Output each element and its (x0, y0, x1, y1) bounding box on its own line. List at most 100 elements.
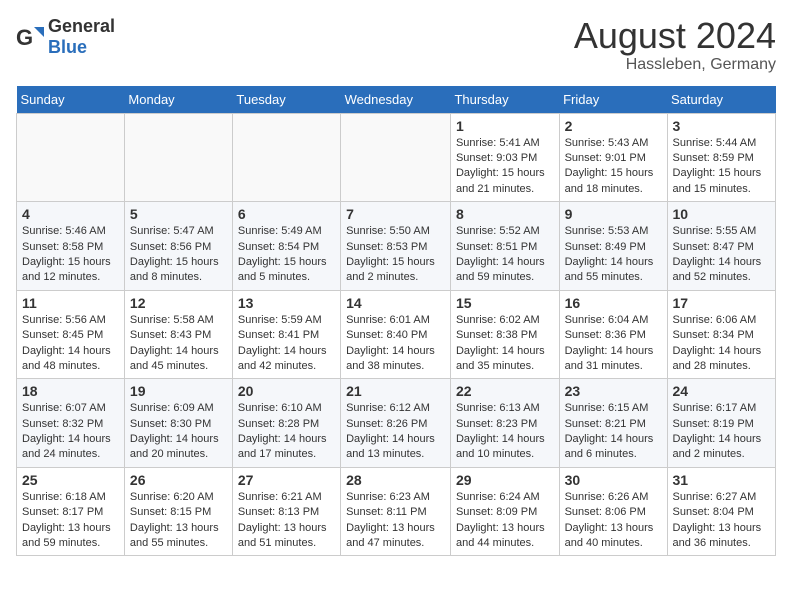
day-number: 30 (565, 472, 662, 488)
calendar-cell: 15 Sunrise: 6:02 AM Sunset: 8:38 PM Dayli… (450, 290, 559, 379)
logo: G General Blue (16, 16, 115, 58)
day-info: Sunrise: 6:12 AM Sunset: 8:26 PM Dayligh… (346, 401, 445, 463)
day-info: Sunrise: 6:17 AM Sunset: 8:19 PM Dayligh… (673, 401, 770, 463)
day-number: 17 (673, 295, 770, 311)
weekday-header-row: SundayMondayTuesdayWednesdayThursdayFrid… (17, 86, 776, 114)
calendar-cell: 4 Sunrise: 5:46 AM Sunset: 8:58 PM Daylig… (17, 202, 125, 291)
calendar-cell: 29 Sunrise: 6:24 AM Sunset: 8:09 PM Dayli… (450, 467, 559, 556)
calendar-week-row: 18 Sunrise: 6:07 AM Sunset: 8:32 PM Dayli… (17, 379, 776, 468)
day-info: Sunrise: 6:24 AM Sunset: 8:09 PM Dayligh… (456, 490, 554, 552)
sub-title: Hassleben, Germany (574, 56, 776, 74)
day-info: Sunrise: 6:15 AM Sunset: 8:21 PM Dayligh… (565, 401, 662, 463)
title-block: August 2024 Hassleben, Germany (574, 16, 776, 74)
day-info: Sunrise: 5:56 AM Sunset: 8:45 PM Dayligh… (22, 313, 119, 375)
day-info: Sunrise: 6:04 AM Sunset: 8:36 PM Dayligh… (565, 313, 662, 375)
day-number: 21 (346, 383, 445, 399)
day-number: 5 (130, 206, 227, 222)
day-info: Sunrise: 6:06 AM Sunset: 8:34 PM Dayligh… (673, 313, 770, 375)
day-info: Sunrise: 6:01 AM Sunset: 8:40 PM Dayligh… (346, 313, 445, 375)
day-number: 11 (22, 295, 119, 311)
day-number: 8 (456, 206, 554, 222)
day-number: 28 (346, 472, 445, 488)
calendar-cell: 10 Sunrise: 5:55 AM Sunset: 8:47 PM Dayli… (667, 202, 775, 291)
calendar-cell: 23 Sunrise: 6:15 AM Sunset: 8:21 PM Dayli… (559, 379, 667, 468)
calendar-cell: 2 Sunrise: 5:43 AM Sunset: 9:01 PM Daylig… (559, 113, 667, 202)
day-number: 14 (346, 295, 445, 311)
day-info: Sunrise: 6:23 AM Sunset: 8:11 PM Dayligh… (346, 490, 445, 552)
day-number: 1 (456, 118, 554, 134)
calendar-cell: 28 Sunrise: 6:23 AM Sunset: 8:11 PM Dayli… (341, 467, 451, 556)
day-info: Sunrise: 5:47 AM Sunset: 8:56 PM Dayligh… (130, 224, 227, 286)
calendar-cell: 25Sunrise: 6:18 AM Sunset: 8:17 PM Dayli… (17, 467, 125, 556)
weekday-header-cell: Tuesday (232, 86, 340, 114)
weekday-header-cell: Friday (559, 86, 667, 114)
calendar-table: SundayMondayTuesdayWednesdayThursdayFrid… (16, 86, 776, 557)
calendar-cell (124, 113, 232, 202)
day-info: Sunrise: 6:13 AM Sunset: 8:23 PM Dayligh… (456, 401, 554, 463)
calendar-cell: 9Sunrise: 5:53 AM Sunset: 8:49 PM Daylig… (559, 202, 667, 291)
day-number: 3 (673, 118, 770, 134)
calendar-cell (341, 113, 451, 202)
day-number: 9 (565, 206, 662, 222)
day-info: Sunrise: 5:55 AM Sunset: 8:47 PM Dayligh… (673, 224, 770, 286)
day-number: 16 (565, 295, 662, 311)
day-info: Sunrise: 5:52 AM Sunset: 8:51 PM Dayligh… (456, 224, 554, 286)
day-number: 31 (673, 472, 770, 488)
day-info: Sunrise: 5:41 AM Sunset: 9:03 PM Dayligh… (456, 136, 554, 198)
calendar-cell: 31 Sunrise: 6:27 AM Sunset: 8:04 PM Dayli… (667, 467, 775, 556)
day-info: Sunrise: 6:10 AM Sunset: 8:28 PM Dayligh… (238, 401, 335, 463)
day-number: 6 (238, 206, 335, 222)
day-number: 4 (22, 206, 119, 222)
calendar-cell: 5 Sunrise: 5:47 AM Sunset: 8:56 PM Daylig… (124, 202, 232, 291)
logo-general-text: General (48, 16, 115, 36)
weekday-header-cell: Saturday (667, 86, 775, 114)
day-number: 18 (22, 383, 119, 399)
calendar-cell: 26 Sunrise: 6:20 AM Sunset: 8:15 PM Dayli… (124, 467, 232, 556)
weekday-header-cell: Monday (124, 86, 232, 114)
calendar-week-row: 4 Sunrise: 5:46 AM Sunset: 8:58 PM Daylig… (17, 202, 776, 291)
day-number: 10 (673, 206, 770, 222)
day-number: 24 (673, 383, 770, 399)
day-info: Sunrise: 6:20 AM Sunset: 8:15 PM Dayligh… (130, 490, 227, 552)
main-title: August 2024 (574, 16, 776, 56)
day-info: Sunrise: 5:58 AM Sunset: 8:43 PM Dayligh… (130, 313, 227, 375)
calendar-cell: 19 Sunrise: 6:09 AM Sunset: 8:30 PM Dayli… (124, 379, 232, 468)
weekday-header-cell: Sunday (17, 86, 125, 114)
calendar-cell: 7Sunrise: 5:50 AM Sunset: 8:53 PM Daylig… (341, 202, 451, 291)
day-info: Sunrise: 5:43 AM Sunset: 9:01 PM Dayligh… (565, 136, 662, 198)
calendar-body: 1 Sunrise: 5:41 AM Sunset: 9:03 PM Daylig… (17, 113, 776, 556)
day-info: Sunrise: 5:46 AM Sunset: 8:58 PM Dayligh… (22, 224, 119, 286)
page-header: G General Blue August 2024 Hassleben, Ge… (16, 16, 776, 74)
calendar-cell: 12Sunrise: 5:58 AM Sunset: 8:43 PM Dayli… (124, 290, 232, 379)
calendar-week-row: 1 Sunrise: 5:41 AM Sunset: 9:03 PM Daylig… (17, 113, 776, 202)
day-info: Sunrise: 6:09 AM Sunset: 8:30 PM Dayligh… (130, 401, 227, 463)
day-number: 15 (456, 295, 554, 311)
calendar-cell: 13Sunrise: 5:59 AM Sunset: 8:41 PM Dayli… (232, 290, 340, 379)
day-number: 26 (130, 472, 227, 488)
day-info: Sunrise: 5:44 AM Sunset: 8:59 PM Dayligh… (673, 136, 770, 198)
calendar-cell (232, 113, 340, 202)
day-number: 23 (565, 383, 662, 399)
day-info: Sunrise: 5:50 AM Sunset: 8:53 PM Dayligh… (346, 224, 445, 286)
calendar-cell: 1 Sunrise: 5:41 AM Sunset: 9:03 PM Daylig… (450, 113, 559, 202)
day-info: Sunrise: 5:59 AM Sunset: 8:41 PM Dayligh… (238, 313, 335, 375)
day-number: 2 (565, 118, 662, 134)
calendar-cell: 18 Sunrise: 6:07 AM Sunset: 8:32 PM Dayli… (17, 379, 125, 468)
logo-icon: G (16, 23, 44, 51)
calendar-cell: 20 Sunrise: 6:10 AM Sunset: 8:28 PM Dayli… (232, 379, 340, 468)
day-number: 27 (238, 472, 335, 488)
calendar-cell: 17 Sunrise: 6:06 AM Sunset: 8:34 PM Dayli… (667, 290, 775, 379)
weekday-header-cell: Thursday (450, 86, 559, 114)
day-number: 20 (238, 383, 335, 399)
day-number: 29 (456, 472, 554, 488)
day-info: Sunrise: 6:07 AM Sunset: 8:32 PM Dayligh… (22, 401, 119, 463)
calendar-cell: 27Sunrise: 6:21 AM Sunset: 8:13 PM Dayli… (232, 467, 340, 556)
day-number: 19 (130, 383, 227, 399)
day-info: Sunrise: 6:26 AM Sunset: 8:06 PM Dayligh… (565, 490, 662, 552)
day-info: Sunrise: 6:27 AM Sunset: 8:04 PM Dayligh… (673, 490, 770, 552)
calendar-cell: 11 Sunrise: 5:56 AM Sunset: 8:45 PM Dayli… (17, 290, 125, 379)
day-info: Sunrise: 6:02 AM Sunset: 8:38 PM Dayligh… (456, 313, 554, 375)
day-info: Sunrise: 5:49 AM Sunset: 8:54 PM Dayligh… (238, 224, 335, 286)
weekday-header-cell: Wednesday (341, 86, 451, 114)
day-number: 22 (456, 383, 554, 399)
